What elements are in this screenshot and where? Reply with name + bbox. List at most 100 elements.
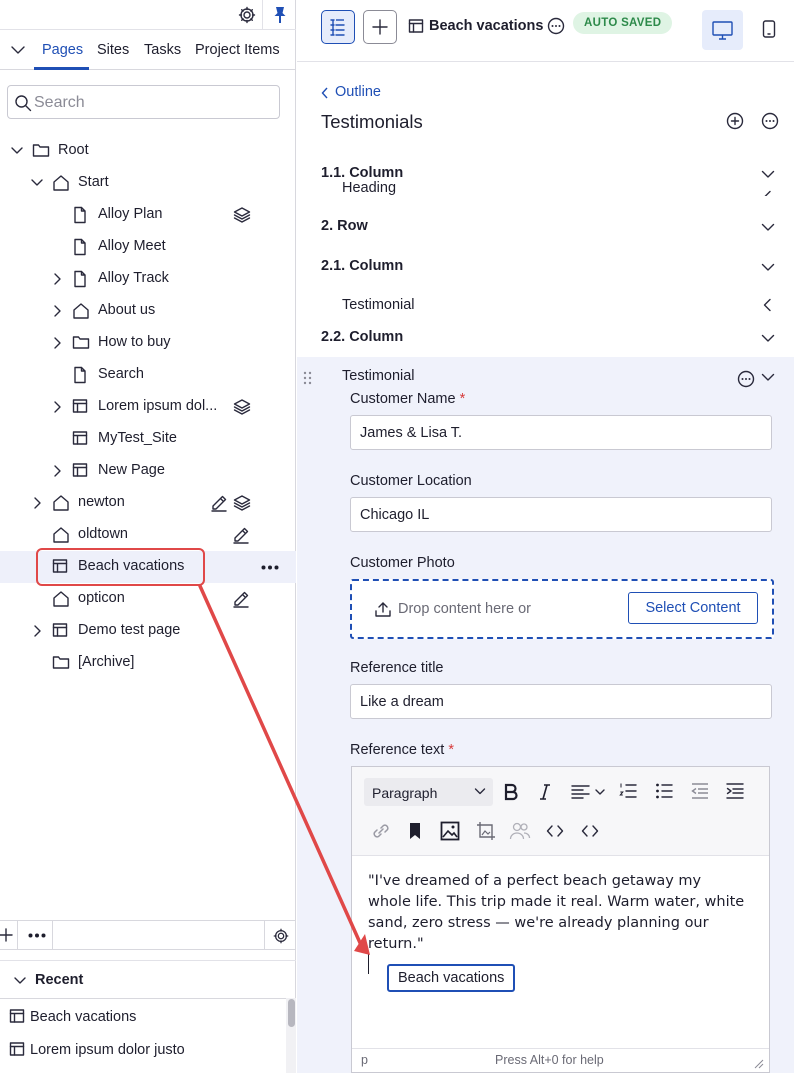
tree-item[interactable]: oldtown [0, 519, 296, 551]
chevron-down-icon[interactable] [30, 178, 44, 188]
tree-item[interactable]: [Archive] [0, 647, 296, 679]
layers-icon[interactable] [233, 494, 251, 512]
chevron-left-icon[interactable] [763, 190, 772, 196]
resize-handle-icon[interactable] [754, 1059, 764, 1069]
chevron-right-icon[interactable] [33, 624, 43, 638]
source-code-icon[interactable] [581, 824, 599, 838]
outline-item[interactable]: 2.1. Column [297, 251, 794, 281]
mobile-view-icon[interactable] [762, 20, 776, 38]
tree-item[interactable]: Search [0, 359, 296, 391]
tree-item[interactable]: New Page [0, 455, 296, 487]
outline-item[interactable]: Testimonial [297, 361, 794, 391]
outline-item[interactable]: Heading [297, 180, 794, 196]
block-format-select[interactable]: Paragraph [364, 778, 493, 806]
tree-item[interactable]: About us [0, 295, 296, 327]
chevron-right-icon[interactable] [53, 272, 63, 286]
gear-icon[interactable] [237, 5, 257, 25]
tab-pages[interactable]: Pages [42, 42, 83, 58]
pencil-icon[interactable] [232, 590, 250, 608]
image-icon[interactable] [440, 821, 460, 841]
add-button[interactable] [363, 10, 397, 44]
align-icon[interactable] [571, 783, 607, 801]
chevron-right-icon[interactable] [53, 400, 63, 414]
outline-item-label: Testimonial [342, 368, 415, 384]
code-icon[interactable] [546, 824, 564, 838]
document-icon [72, 270, 88, 288]
tree-item[interactable]: opticon [0, 583, 296, 615]
chevron-left-icon[interactable] [763, 298, 772, 312]
more-options-icon[interactable] [737, 370, 755, 388]
chevron-down-icon[interactable] [761, 334, 775, 343]
italic-icon[interactable] [538, 783, 552, 801]
customer-name-field[interactable]: James & Lisa T. [350, 415, 772, 450]
tree-item[interactable]: Lorem ipsum dol... [0, 391, 296, 423]
customer-photo-dropzone[interactable]: Drop content here or Select Content [350, 579, 774, 639]
tree-item[interactable]: Alloy Plan [0, 199, 296, 231]
tree-item[interactable]: Demo test page [0, 615, 296, 647]
recent-item[interactable]: Lorem ipsum dolor justo [0, 1033, 286, 1066]
tree-item[interactable]: Alloy Track [0, 263, 296, 295]
chevron-down-icon[interactable] [761, 170, 775, 179]
tree-item[interactable]: Root [0, 135, 296, 167]
bullet-list-icon[interactable] [655, 782, 673, 800]
reference-title-field[interactable]: Like a dream [350, 684, 772, 719]
bold-icon[interactable] [503, 783, 519, 801]
outline-item[interactable]: 2.2. Column [297, 322, 794, 352]
chevron-down-icon[interactable] [761, 373, 775, 382]
required-mark: * [448, 742, 454, 758]
chevron-left-icon[interactable] [321, 87, 329, 99]
page-type-icon [408, 18, 424, 34]
more-options-icon[interactable] [28, 933, 46, 938]
tree-item[interactable]: Alloy Meet [0, 231, 296, 263]
chevron-right-icon[interactable] [53, 304, 63, 318]
more-options-icon[interactable] [761, 112, 779, 130]
tree-item[interactable]: newton [0, 487, 296, 519]
tree-item[interactable]: How to buy [0, 327, 296, 359]
chevron-right-icon[interactable] [53, 336, 63, 350]
outline-toggle-button[interactable] [321, 10, 355, 44]
outline-item[interactable]: 2. Row [297, 211, 794, 241]
outline-item-label: 2.2. Column [321, 329, 404, 345]
more-options-icon[interactable] [261, 565, 279, 570]
media-icon[interactable] [476, 821, 496, 841]
add-icon[interactable] [0, 927, 13, 943]
numbered-list-icon[interactable] [619, 782, 637, 800]
outline-back-link[interactable]: Outline [335, 84, 381, 100]
recent-header[interactable]: Recent [0, 960, 296, 999]
search-input[interactable]: Search [7, 85, 280, 119]
drag-handle-icon[interactable] [303, 371, 313, 385]
tree-item[interactable]: MyTest_Site [0, 423, 296, 455]
recent-scrollbar-thumb[interactable] [288, 999, 295, 1027]
editor-body-text[interactable]: "I've dreamed of a perfect beach getaway… [368, 871, 748, 955]
layers-icon[interactable] [233, 206, 251, 224]
tab-project-items[interactable]: Project Items [195, 42, 280, 58]
page-icon [72, 398, 88, 414]
chevron-down-icon[interactable] [10, 146, 24, 156]
recent-item[interactable]: Beach vacations [0, 1000, 286, 1033]
chevron-right-icon[interactable] [53, 464, 63, 478]
link-icon[interactable] [371, 822, 391, 840]
add-circle-icon[interactable] [726, 112, 744, 130]
pin-icon[interactable] [271, 5, 289, 25]
layers-icon[interactable] [233, 398, 251, 416]
tab-sites[interactable]: Sites [97, 42, 129, 58]
bookmark-icon[interactable] [408, 822, 422, 840]
select-content-button[interactable]: Select Content [628, 592, 758, 624]
pencil-icon[interactable] [232, 526, 250, 544]
outdent-icon[interactable] [691, 782, 709, 800]
chevron-down-icon[interactable] [761, 223, 775, 232]
tree-item[interactable]: Start [0, 167, 296, 199]
desktop-view-button[interactable] [702, 10, 743, 50]
page-icon [72, 430, 88, 446]
users-icon[interactable] [509, 822, 531, 840]
chevron-right-icon[interactable] [33, 496, 43, 510]
tab-tasks[interactable]: Tasks [144, 42, 181, 58]
gear-icon[interactable] [272, 927, 290, 945]
outline-item[interactable]: Testimonial [297, 290, 794, 320]
customer-location-field[interactable]: Chicago IL [350, 497, 772, 532]
more-options-icon[interactable] [547, 17, 565, 35]
pencil-icon[interactable] [210, 494, 228, 512]
chevron-down-icon[interactable] [761, 263, 775, 272]
indent-icon[interactable] [726, 782, 744, 800]
collapse-chevron-icon[interactable] [10, 44, 26, 56]
